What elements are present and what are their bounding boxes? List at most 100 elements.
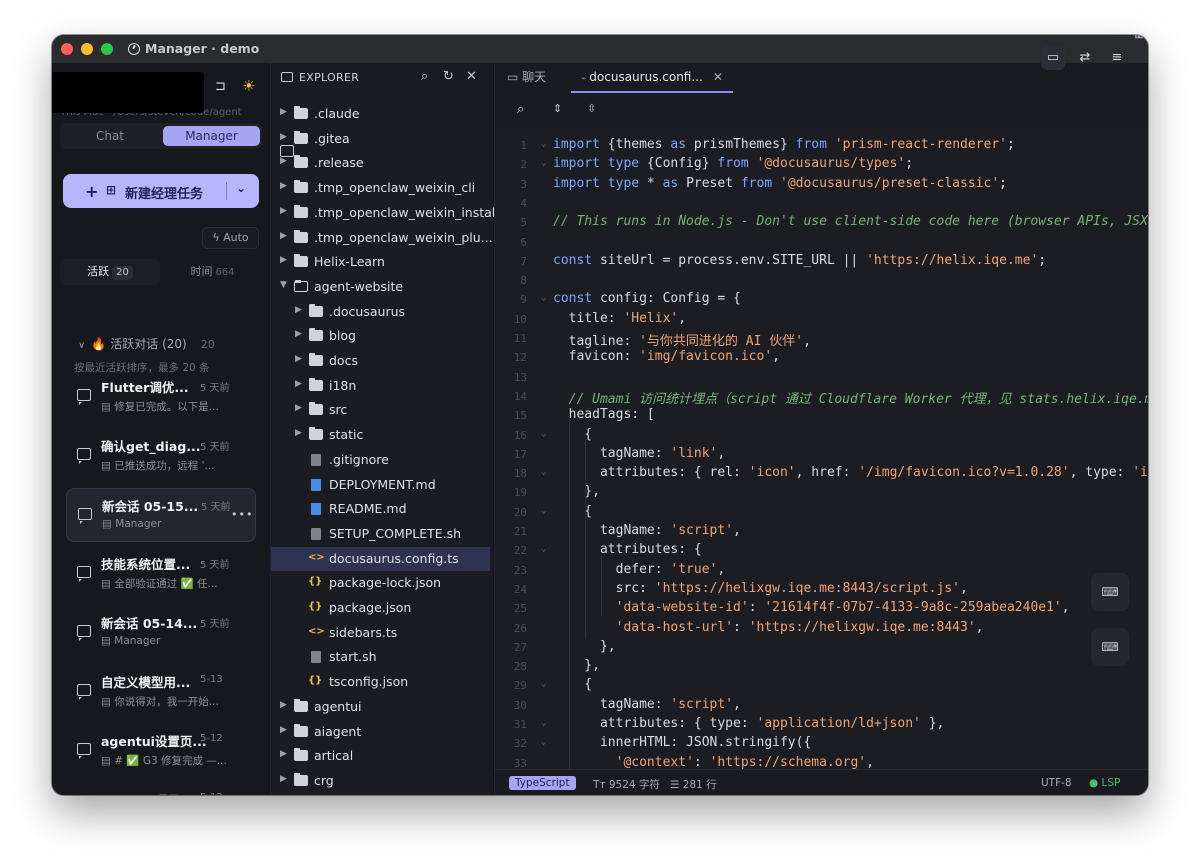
tree-item[interactable]: ▶ .docusaurus [271,300,490,324]
tree-item-label: .release [314,155,364,171]
collapse-panel-icon[interactable]: ⊐ [215,79,226,94]
tree-item[interactable]: ▶ blog [271,324,490,348]
panel-icon[interactable]: ▥ [1127,35,1148,47]
tree-item[interactable]: ▶ docs [271,349,490,373]
more-options-icon[interactable]: ••• [231,508,253,521]
conversation-item[interactable]: agentui设置页... 5-12 ▤ # ✅ G3 修复完成 —... [66,724,256,778]
conversation-item[interactable]: Flutter调优... 5 天前 ▤ 修复已完成。以下是... [66,370,256,424]
conversation-item[interactable]: 确认get_diag... 5 天前 ▤ 已推送成功，远程 '... [66,429,256,483]
code-line: tagName: 'script', [553,696,741,712]
tab-manager[interactable]: Manager [163,126,260,146]
markdown-file-icon [311,503,321,516]
tab-time[interactable]: 时间 664 [163,259,262,285]
tree-item[interactable]: {} package.json [271,596,490,620]
new-manager-task-button[interactable]: + ⊞ 新建经理任务 ⌄ [63,174,259,208]
fold-all-icon[interactable]: ⇕ [553,102,562,115]
tree-item[interactable]: .gitignore [271,448,490,472]
auto-toggle[interactable]: ϟ Auto [202,227,259,249]
tree-item[interactable]: ▶ aiagent [271,720,490,744]
time-count: 664 [215,267,235,278]
tree-item[interactable]: ▼ agent-website [271,275,490,299]
encoding[interactable]: UTF-8 [1041,777,1072,789]
tree-item-label: .gitea [314,130,350,146]
sidebar-toggle-icon[interactable] [280,145,294,157]
tree-item[interactable]: ▶ .tmp_openclaw_weixin_plu... [271,226,493,250]
terminal-button-2[interactable]: ⌨ [1091,628,1129,666]
tree-item[interactable]: ▶ agentui [271,695,490,719]
conversation-item[interactable]: 技能系统位置... 5 天前 ▤ 全部验证通过 ✅ 任... [66,547,256,601]
tree-item[interactable]: ▶ static [271,423,490,447]
tree-item[interactable]: ▶ .tmp_openclaw_weixin_cli [271,176,490,200]
collapse-all-icon[interactable]: ✕ [466,69,477,84]
fold-chevron-icon[interactable]: ⌄ [541,158,546,168]
code-area[interactable]: 1 ⌄ import {themes as prismThemes} from 'p… [495,129,1148,769]
theme-toggle-sun-icon[interactable]: ☀ [242,77,255,95]
active-group-header[interactable]: ∨ 🔥 活跃对话 (20) 20 [78,335,215,352]
tab-docusaurus-config[interactable]: ⌁ docusaurus.confi... ✕ [571,63,733,93]
refresh-icon[interactable]: ↻ [443,69,454,84]
explorer-toggle-button[interactable]: ▭ [1041,46,1065,70]
fold-chevron-icon[interactable]: ⌄ [541,737,546,747]
line-number: 27 [513,640,527,654]
tree-item-label: .tmp_openclaw_weixin_install [314,204,499,220]
editor-toolbar: ⌕ ⇕ ⇳ [495,93,1148,129]
search-icon[interactable]: ⌕ [421,69,428,84]
tree-item-label: .docusaurus [329,303,406,319]
settings-sliders-icon[interactable]: ≡ [1105,46,1129,70]
fold-chevron-icon[interactable]: ⌄ [541,293,546,303]
tab-active[interactable]: 活跃 20 [60,259,160,285]
conversation-item[interactable]: 自定义模型用... 5-13 ▤ 你说得对，我一开始... [66,665,256,719]
fold-chevron-icon[interactable]: ⌄ [541,544,546,554]
tab-chat-editor[interactable]: ▭ 聊天 [507,63,546,93]
terminal-button[interactable]: ⌨ [1091,573,1129,611]
tree-item[interactable]: DEPLOYMENT.md [271,473,490,497]
tree-item[interactable]: <> docusaurus.config.ts [271,546,490,571]
json-file-icon: {} [308,576,323,588]
tree-item[interactable]: ▶ .claude [271,102,490,126]
close-window-button[interactable] [61,43,73,55]
code-file-icon: <> [308,625,325,637]
conversation-item[interactable]: UI-TARS项目... 5-12 [66,783,256,795]
tree-item[interactable]: ▶ .tmp_openclaw_weixin_install [271,201,499,225]
chevron-right-icon: ▶ [295,403,302,414]
close-tab-icon[interactable]: ✕ [713,70,723,84]
line-number: 28 [513,660,527,674]
fold-chevron-icon[interactable]: ⌄ [541,679,546,689]
swap-icon[interactable]: ⇄ [1073,46,1097,70]
tree-item[interactable]: ▶ crg [271,769,490,793]
conversation-item[interactable]: 新会话 05-14... 5 天前 ▤ Manager [66,606,256,660]
minimize-window-button[interactable] [81,43,93,55]
lsp-status[interactable]: ● LSP [1089,777,1120,789]
tree-item[interactable]: {} tsconfig.json [271,670,490,694]
bolt-icon: ϟ [212,231,224,244]
tree-item[interactable]: <> sidebars.ts [271,621,490,645]
fold-chevron-icon[interactable]: ⌄ [541,506,546,516]
fold-chevron-icon[interactable]: ⌄ [541,139,546,149]
tree-item[interactable]: ▶ i18n [271,374,490,398]
line-number: 16 [513,428,527,442]
tab-chat[interactable]: Chat [60,123,160,149]
tree-item[interactable]: ▶ src [271,398,490,422]
search-icon[interactable]: ⌕ [517,102,524,117]
tree-item[interactable]: ▶ artical [271,744,490,768]
fold-chevron-icon[interactable]: ⌄ [541,429,546,439]
zoom-window-button[interactable] [101,43,113,55]
unfold-all-icon[interactable]: ⇳ [587,102,596,115]
new-task-label: 新建经理任务 [125,187,204,202]
conversation-item[interactable]: 新会话 05-15... 5 天前 ▤ Manager ••• [66,488,256,542]
tree-item[interactable]: ▶ .gitea [271,127,490,151]
folder-icon [309,303,323,317]
tree-item[interactable]: ▶ .release [271,151,490,175]
tree-item[interactable]: SETUP_COMPLETE.sh [271,522,490,546]
tree-item[interactable]: start.sh [271,645,490,669]
tree-item[interactable]: ▶ Helix-Learn [271,250,490,274]
language-badge[interactable]: TypeScript [509,776,576,790]
chevron-down-icon[interactable]: ⌄ [236,181,246,195]
fold-chevron-icon[interactable]: ⌄ [541,467,546,477]
chevron-right-icon: ▶ [295,378,302,389]
tree-item-label: src [329,402,348,418]
fold-chevron-icon[interactable]: ⌄ [541,718,546,728]
tree-item[interactable]: {} package-lock.json [271,571,490,595]
tree-item[interactable]: README.md [271,497,490,521]
line-number: 8 [520,274,527,288]
